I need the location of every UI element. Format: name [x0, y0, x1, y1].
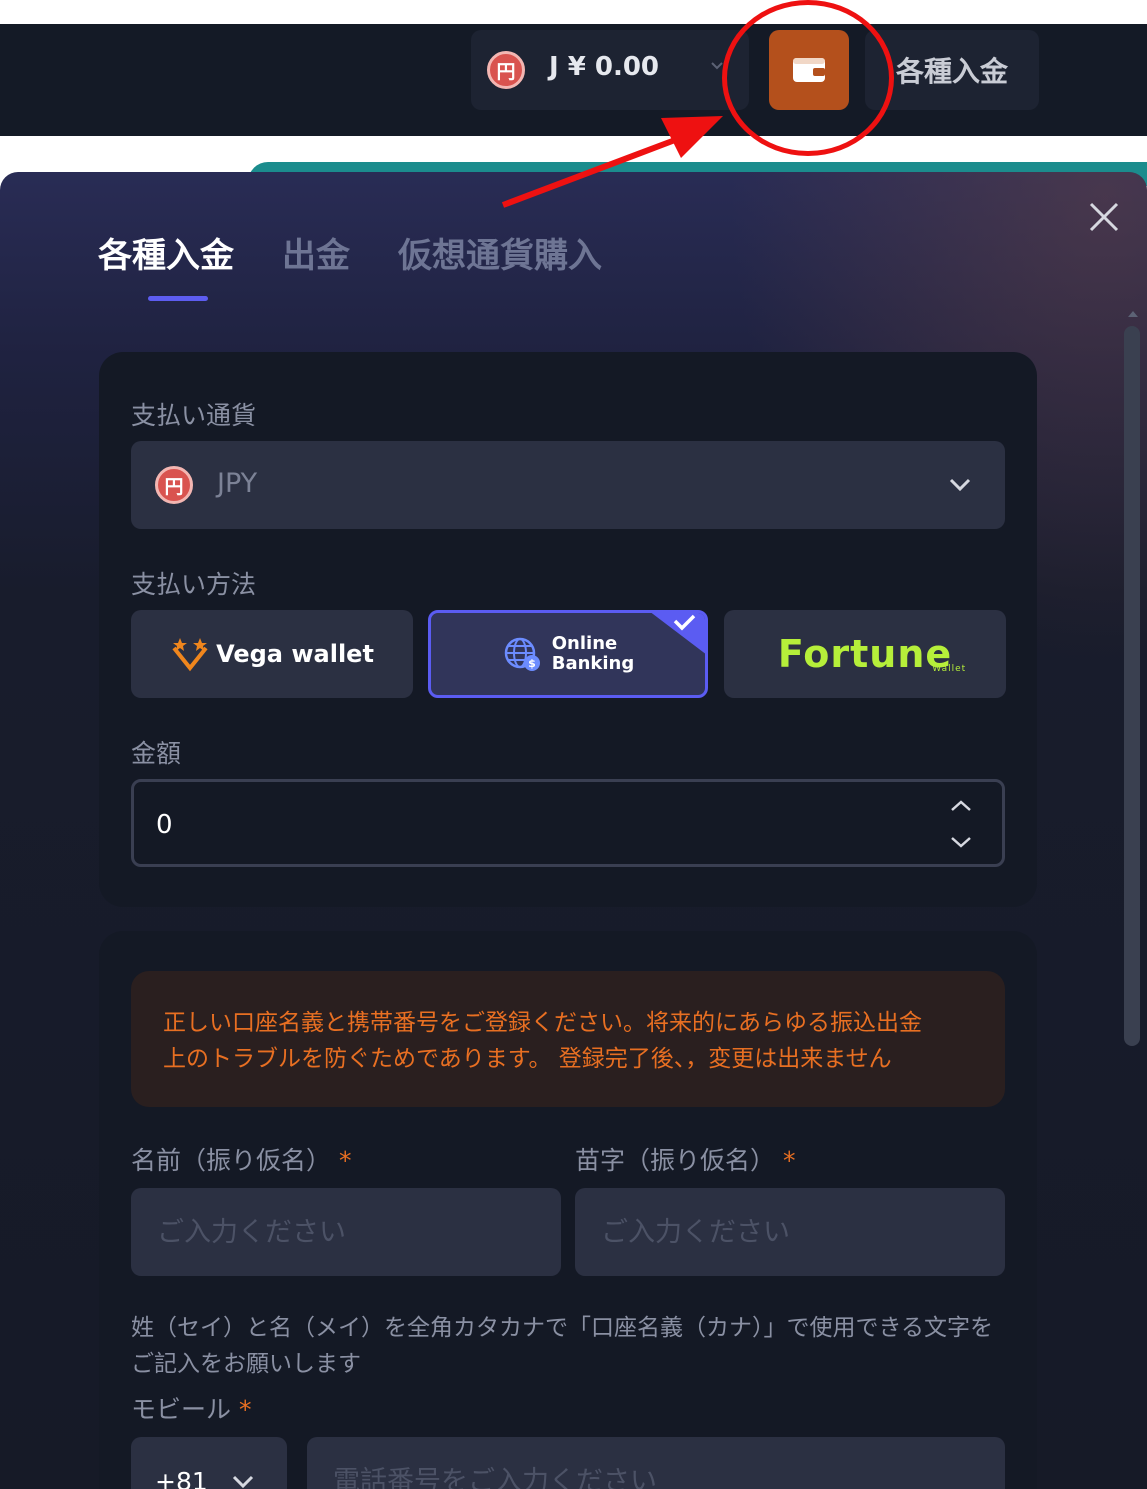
payment-method-label: 支払い方法: [131, 570, 257, 599]
yen-currency-icon: 円: [487, 51, 525, 89]
currency-label: 支払い通貨: [131, 401, 257, 430]
payment-card: 支払い通貨 円 JPY 支払い方法 Vega wallet $ Online B…: [99, 352, 1037, 907]
selected-check-icon: [651, 613, 705, 654]
chevron-down-icon: [232, 1475, 254, 1489]
phone-code-value: +81: [155, 1467, 208, 1489]
amount-label: 金額: [131, 739, 182, 768]
name-hint: 姓（セイ）と名（メイ）を全角カタカナで「口座名義（カナ）」で使用できる文字をご記…: [131, 1315, 994, 1377]
amount-input[interactable]: 0: [131, 779, 1005, 867]
first-name-field[interactable]: [131, 1188, 561, 1276]
scroll-up-icon[interactable]: [1122, 304, 1144, 324]
close-icon[interactable]: [1086, 199, 1122, 235]
tab-deposit[interactable]: 各種入金: [98, 228, 234, 277]
amount-value: 0: [156, 810, 173, 840]
balance-amount: J ¥ 0.00: [549, 52, 660, 82]
yen-currency-icon: 円: [155, 466, 193, 504]
scrollbar-thumb[interactable]: [1124, 326, 1140, 1046]
globe-dollar-icon: $: [504, 637, 540, 671]
account-info-card: 正しい口座名義と携帯番号をご登録ください。将来的にあらゆる振込出金 上のトラブル…: [99, 931, 1037, 1489]
currency-value: JPY: [217, 468, 258, 499]
annotation-arrow-icon: [501, 116, 723, 208]
mobile-label: モビール *: [131, 1390, 251, 1426]
balance-selector[interactable]: 円 J ¥ 0.00: [471, 30, 749, 110]
chevron-down-icon: [949, 478, 971, 492]
deposit-modal: 各種入金 出金 仮想通貨購入 支払い通貨 円 JPY 支払い方法 Vega wa…: [0, 172, 1147, 1489]
notice-line-1: 正しい口座名義と携帯番号をご登録ください。将来的にあらゆる振込出金: [163, 1010, 922, 1036]
tab-crypto-purchase[interactable]: 仮想通貨購入: [398, 228, 602, 277]
vega-wallet-label: Vega wallet: [216, 640, 374, 668]
tab-withdraw[interactable]: 出金: [282, 228, 350, 277]
mobile-label-text: モビール: [131, 1395, 232, 1424]
last-name-input[interactable]: [575, 1188, 1005, 1276]
online-label: Online: [551, 633, 618, 654]
phone-code-select[interactable]: +81: [131, 1437, 287, 1489]
fortune-label: Fortune: [777, 632, 953, 676]
required-mark: *: [338, 1146, 352, 1175]
active-tab-indicator: [148, 296, 208, 301]
fortune-logo: Fortune Wallet: [777, 632, 965, 676]
annotation-circle: [722, 0, 894, 156]
amount-stepper-icon[interactable]: [946, 796, 976, 854]
currency-select[interactable]: 円 JPY: [131, 441, 1005, 529]
phone-field[interactable]: [307, 1437, 1005, 1489]
last-name-field[interactable]: [575, 1188, 1005, 1276]
required-mark: *: [238, 1395, 252, 1424]
method-vega-wallet[interactable]: Vega wallet: [131, 610, 413, 698]
first-name-input[interactable]: [131, 1188, 561, 1276]
first-name-label-text: 名前（振り仮名）: [131, 1146, 332, 1175]
required-mark: *: [782, 1146, 796, 1175]
vega-logo-icon: [172, 638, 208, 672]
banking-label: Banking: [551, 653, 635, 674]
warning-notice: 正しい口座名義と携帯番号をご登録ください。将来的にあらゆる振込出金 上のトラブル…: [131, 971, 1005, 1107]
first-name-label: 名前（振り仮名） *: [131, 1141, 351, 1177]
modal-tabs: 各種入金 出金 仮想通貨購入: [98, 228, 650, 277]
last-name-label: 苗字（振り仮名） *: [575, 1141, 795, 1177]
last-name-label-text: 苗字（振り仮名）: [575, 1146, 776, 1175]
svg-text:$: $: [528, 657, 536, 670]
phone-input[interactable]: [307, 1437, 1005, 1489]
fortune-wallet-sublabel: Wallet: [932, 664, 967, 674]
notice-line-2: 上のトラブルを防ぐためであります。 登録完了後、，変更は出来ません: [163, 1046, 892, 1072]
method-online-banking[interactable]: $ Online Banking: [428, 610, 708, 698]
method-fortune-wallet[interactable]: Fortune Wallet: [724, 610, 1006, 698]
